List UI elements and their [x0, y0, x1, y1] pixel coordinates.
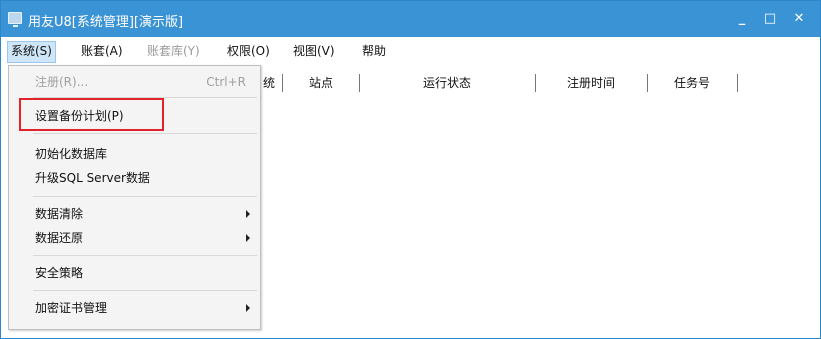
close-button[interactable]: ✕: [790, 10, 808, 28]
menu-item-register[interactable]: 注册(R)... Ctrl+R: [9, 70, 260, 94]
menu-item-security-policy[interactable]: 安全策略: [9, 261, 260, 285]
column-header-site[interactable]: 站点: [283, 74, 360, 92]
menu-item-cert-management[interactable]: 加密证书管理: [9, 296, 260, 320]
menu-separator: [33, 290, 257, 291]
menu-separator: [33, 196, 257, 197]
title-bar[interactable]: 用友U8[系统管理][演示版] _ □ ✕: [1, 1, 820, 37]
submenu-arrow-icon: [246, 234, 250, 242]
menu-account-set[interactable]: 账套(A): [78, 41, 126, 61]
menu-account-library[interactable]: 账套库(Y): [144, 41, 203, 61]
highlight-annotation: [19, 98, 164, 131]
submenu-arrow-icon: [246, 304, 250, 312]
column-header-register-time[interactable]: 注册时间: [535, 74, 648, 92]
menu-item-data-clear[interactable]: 数据清除: [9, 202, 260, 226]
submenu-arrow-icon: [246, 210, 250, 218]
menu-item-data-restore[interactable]: 数据还原: [9, 226, 260, 250]
menu-separator: [33, 255, 257, 256]
shortcut-label: Ctrl+R: [206, 75, 246, 89]
menu-permission[interactable]: 权限(O): [224, 41, 273, 61]
monitor-icon: [8, 12, 22, 27]
column-header-status[interactable]: 运行状态: [359, 74, 536, 92]
menu-separator: [33, 133, 257, 134]
menu-bar: 系统(S) 账套(A) 账套库(Y) 权限(O) 视图(V) 帮助: [1, 37, 820, 65]
maximize-button[interactable]: □: [761, 10, 779, 28]
menu-help[interactable]: 帮助: [359, 41, 389, 61]
menu-system[interactable]: 系统(S): [7, 41, 56, 63]
minimize-button[interactable]: _: [733, 10, 751, 28]
window-title: 用友U8[系统管理][演示版]: [28, 15, 184, 30]
column-header-task-id[interactable]: 任务号: [647, 74, 738, 92]
app-window: 用友U8[系统管理][演示版] _ □ ✕ 系统(S) 账套(A) 账套库(Y)…: [0, 0, 821, 339]
menu-view[interactable]: 视图(V): [290, 41, 338, 61]
menu-item-init-database[interactable]: 初始化数据库: [9, 142, 260, 166]
column-header[interactable]: 统: [259, 74, 283, 92]
menu-item-upgrade-sql[interactable]: 升级SQL Server数据: [9, 166, 260, 190]
